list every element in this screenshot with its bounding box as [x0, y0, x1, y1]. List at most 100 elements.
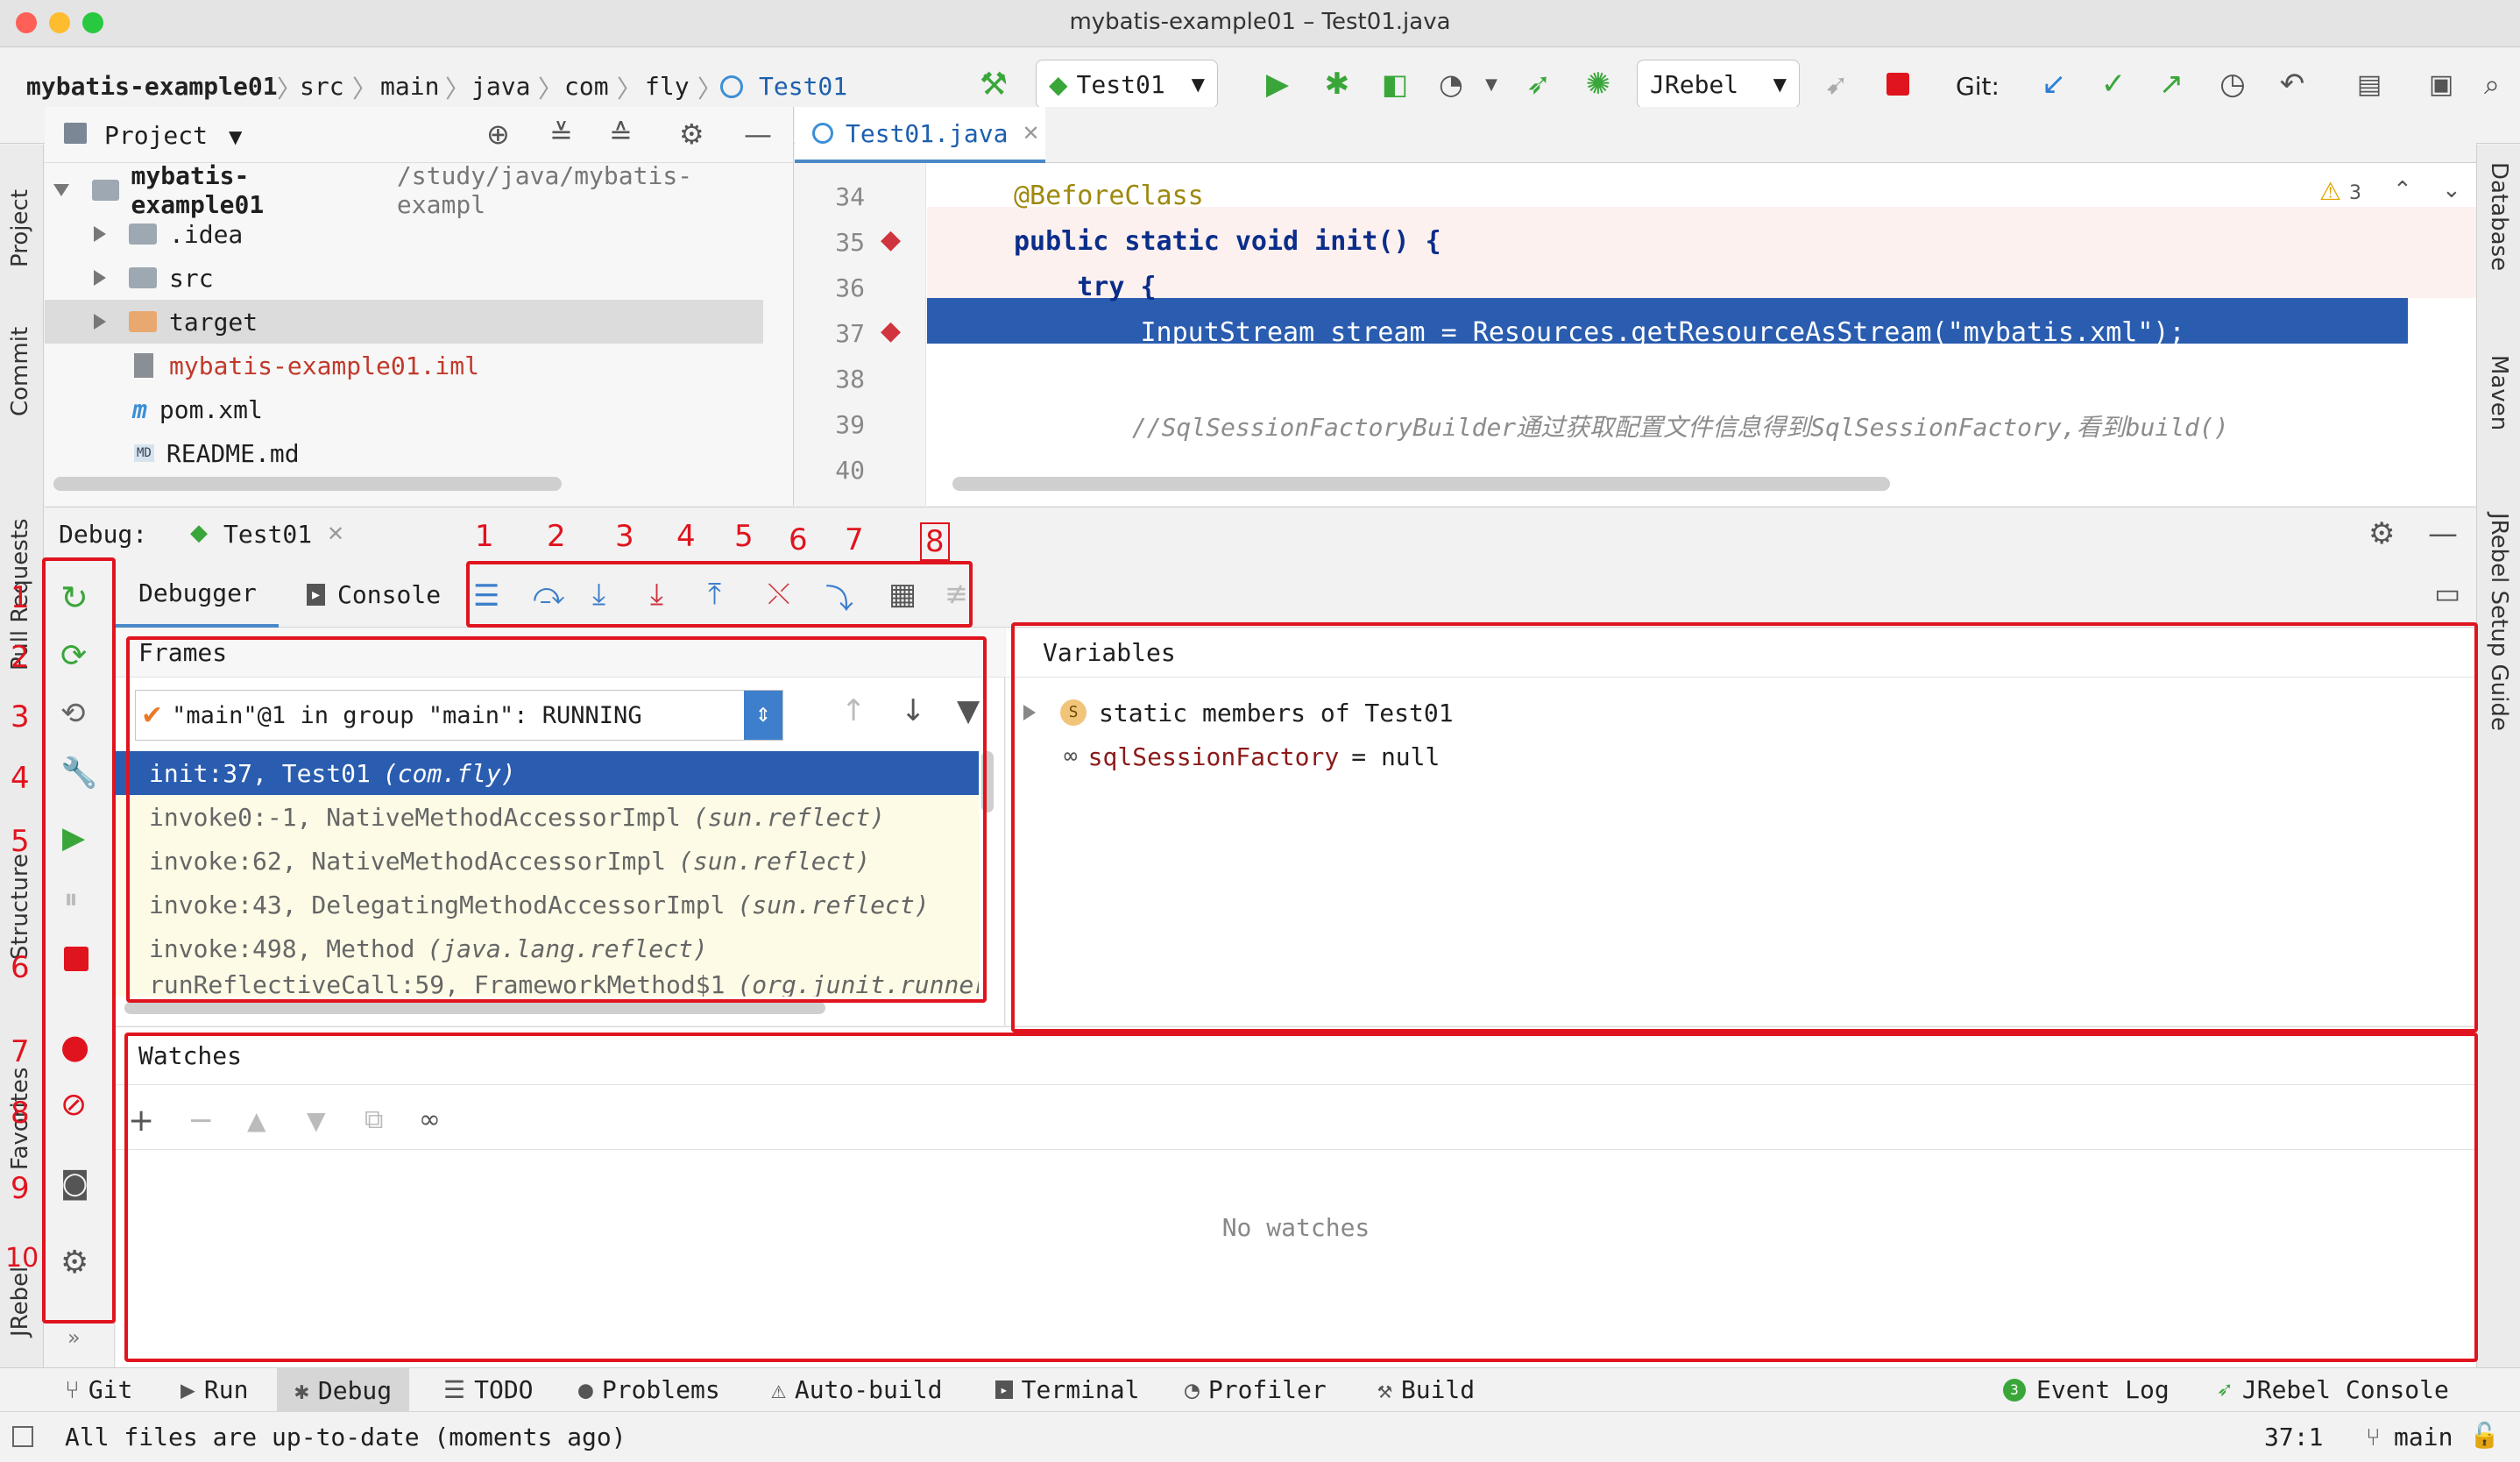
- history-icon[interactable]: ◷: [2213, 65, 2252, 103]
- editor-tab-test01[interactable]: Test01.java ✕: [795, 107, 1045, 163]
- run-config-selector[interactable]: ◆ Test01 ▼: [1036, 60, 1218, 109]
- tree-item-readme[interactable]: MD README.md: [45, 431, 763, 475]
- rollback-icon[interactable]: ↶: [2273, 65, 2311, 103]
- hide-panel-icon[interactable]: —: [744, 117, 772, 151]
- collapse-all-icon[interactable]: ≙: [609, 117, 633, 151]
- event-log-button[interactable]: 3 Event Log: [2003, 1375, 2170, 1404]
- warning-icon[interactable]: ⚠: [2319, 177, 2341, 206]
- layout-icon[interactable]: ▭: [2434, 577, 2460, 610]
- git-label: Git:: [1956, 72, 2000, 101]
- code-line-36[interactable]: try {: [1014, 272, 1156, 302]
- cursor-position[interactable]: 37:1: [2264, 1423, 2323, 1451]
- presentation-icon[interactable]: ▣: [2422, 65, 2460, 103]
- toggle-tool-windows-icon[interactable]: [12, 1426, 33, 1447]
- bottom-tab-label: Auto-build: [794, 1375, 943, 1404]
- run-icon[interactable]: ▶: [1258, 65, 1297, 103]
- tree-item-src[interactable]: src: [45, 256, 763, 300]
- git-commit-icon[interactable]: ✓: [2094, 65, 2133, 103]
- code-line-34[interactable]: @BeforeClass: [1014, 181, 1204, 211]
- breakpoint-icon[interactable]: ◆: [881, 316, 901, 346]
- chevron-down-icon[interactable]: ▼: [229, 126, 242, 147]
- breadcrumb-src[interactable]: src: [300, 72, 344, 101]
- bottom-tab-auto-build[interactable]: ⚠ Auto-build: [771, 1375, 942, 1404]
- jrebel-debug-icon[interactable]: ✺: [1579, 65, 1617, 103]
- code-line-39[interactable]: //SqlSessionFactoryBuilder通过获取配置文件信息得到Sq…: [1014, 408, 2229, 444]
- bottom-tab-debug[interactable]: ✱ Debug: [277, 1368, 410, 1412]
- git-branch-name[interactable]: main: [2394, 1423, 2453, 1451]
- bottom-tab-todo[interactable]: ☰ TODO: [443, 1375, 534, 1404]
- tab-debugger[interactable]: Debugger: [116, 561, 279, 628]
- code-line-37[interactable]: InputStream stream = Resources.getResour…: [1014, 317, 2184, 348]
- code-editor: Test01.java ✕ 34 35 36 37 38 39 40 ◆ ◆ @…: [795, 107, 2476, 506]
- breadcrumb-separator: 〉: [697, 75, 723, 103]
- jrebel-console-button[interactable]: ➶ JRebel Console: [2217, 1375, 2449, 1404]
- bottom-tab-problems[interactable]: ● Problems: [578, 1375, 720, 1404]
- annotation-number: 5: [11, 824, 30, 859]
- profiler-icon[interactable]: ◔: [1432, 65, 1470, 103]
- jrebel-console-label: JRebel Console: [2241, 1375, 2449, 1404]
- build-hammer-icon: ⚒: [1377, 1375, 1392, 1404]
- stop-icon[interactable]: [1879, 65, 1917, 103]
- editor-horizontal-scrollbar[interactable]: [952, 477, 1890, 491]
- tree-item-target[interactable]: target: [45, 300, 763, 344]
- tree-item-pom[interactable]: m pom.xml: [45, 387, 763, 431]
- stripe-project[interactable]: Project: [7, 145, 33, 267]
- bottom-tab-label: Debug: [317, 1375, 393, 1405]
- close-tab-icon[interactable]: ✕: [1022, 121, 1039, 145]
- git-update-icon[interactable]: ↙: [2035, 65, 2073, 103]
- stripe-jrebel-setup-guide[interactable]: JRebel Setup Guide: [2486, 513, 2512, 828]
- next-highlight-icon[interactable]: ⌄: [2442, 177, 2461, 203]
- markdown-file-icon: MD: [134, 444, 154, 462]
- tab-console[interactable]: ▸ Console: [307, 561, 441, 628]
- breadcrumb-separator: 〉: [538, 75, 563, 103]
- git-push-icon[interactable]: ↗: [2152, 65, 2191, 103]
- jrebel-run-icon[interactable]: ➶: [1519, 65, 1558, 103]
- tree-item-iml[interactable]: mybatis-example01.iml: [45, 344, 763, 387]
- more-icon[interactable]: »: [67, 1325, 81, 1350]
- stripe-maven[interactable]: Maven: [2486, 355, 2512, 478]
- breakpoint-icon[interactable]: ◆: [881, 224, 901, 255]
- horizontal-scrollbar[interactable]: [124, 1002, 825, 1014]
- hide-panel-icon[interactable]: —: [2428, 516, 2458, 551]
- locate-icon[interactable]: ⊕: [486, 117, 510, 151]
- chevron-down-icon[interactable]: ▼: [1472, 65, 1511, 103]
- previous-highlight-icon[interactable]: ⌃: [2393, 177, 2412, 203]
- bottom-tab-build[interactable]: ⚒ Build: [1377, 1375, 1475, 1404]
- project-structure-icon[interactable]: ▤: [2350, 65, 2389, 103]
- gear-icon[interactable]: ⚙: [679, 117, 704, 151]
- stripe-jrebel[interactable]: JRebel: [7, 1223, 33, 1337]
- bottom-tab-profiler[interactable]: ◔ Profiler: [1185, 1375, 1327, 1404]
- tree-item-idea[interactable]: .idea: [45, 212, 763, 256]
- breadcrumb-java[interactable]: java: [471, 72, 530, 101]
- gear-icon[interactable]: ⚙: [2368, 516, 2395, 551]
- debug-session-tab[interactable]: Test01: [223, 520, 312, 549]
- stripe-commit[interactable]: Commit: [7, 302, 33, 416]
- annotation-number: 6: [789, 522, 808, 557]
- breadcrumb-class[interactable]: Test01: [759, 72, 847, 101]
- search-icon[interactable]: ⌕: [2473, 65, 2511, 103]
- annotation-number: 4: [11, 761, 30, 796]
- stripe-database[interactable]: Database: [2486, 162, 2512, 320]
- jrebel-update-icon[interactable]: ➹: [1817, 65, 1856, 103]
- bottom-tab-git[interactable]: ⑂ Git: [65, 1375, 132, 1404]
- build-hammer-icon[interactable]: ⚒: [974, 65, 1013, 103]
- tree-root[interactable]: mybatis-example01 /study/java/mybatis-ex…: [45, 161, 763, 219]
- code-line-35[interactable]: public static void init() {: [1014, 226, 1441, 257]
- jrebel-selector[interactable]: JRebel ▼: [1637, 60, 1800, 109]
- project-panel-title[interactable]: Project: [104, 121, 208, 150]
- bottom-tab-label: Profiler: [1207, 1375, 1327, 1404]
- debug-bug-icon[interactable]: ✱: [1318, 65, 1356, 103]
- breadcrumb-fly[interactable]: fly: [645, 72, 690, 101]
- breadcrumb-separator: 〉: [352, 75, 378, 103]
- coverage-icon[interactable]: ◧: [1376, 65, 1414, 103]
- bottom-tab-terminal[interactable]: ▸ Terminal: [995, 1375, 1140, 1404]
- horizontal-scrollbar[interactable]: [53, 477, 562, 491]
- breadcrumb-main[interactable]: main: [380, 72, 439, 101]
- close-session-icon[interactable]: ✕: [327, 522, 344, 546]
- breadcrumb-project[interactable]: mybatis-example01: [26, 72, 278, 101]
- lock-icon[interactable]: 🔓: [2469, 1421, 2500, 1450]
- line-number: 34: [835, 182, 865, 211]
- expand-all-icon[interactable]: ≚: [549, 117, 573, 151]
- bottom-tab-run[interactable]: ▶ Run: [181, 1375, 248, 1404]
- breadcrumb-com[interactable]: com: [564, 72, 609, 101]
